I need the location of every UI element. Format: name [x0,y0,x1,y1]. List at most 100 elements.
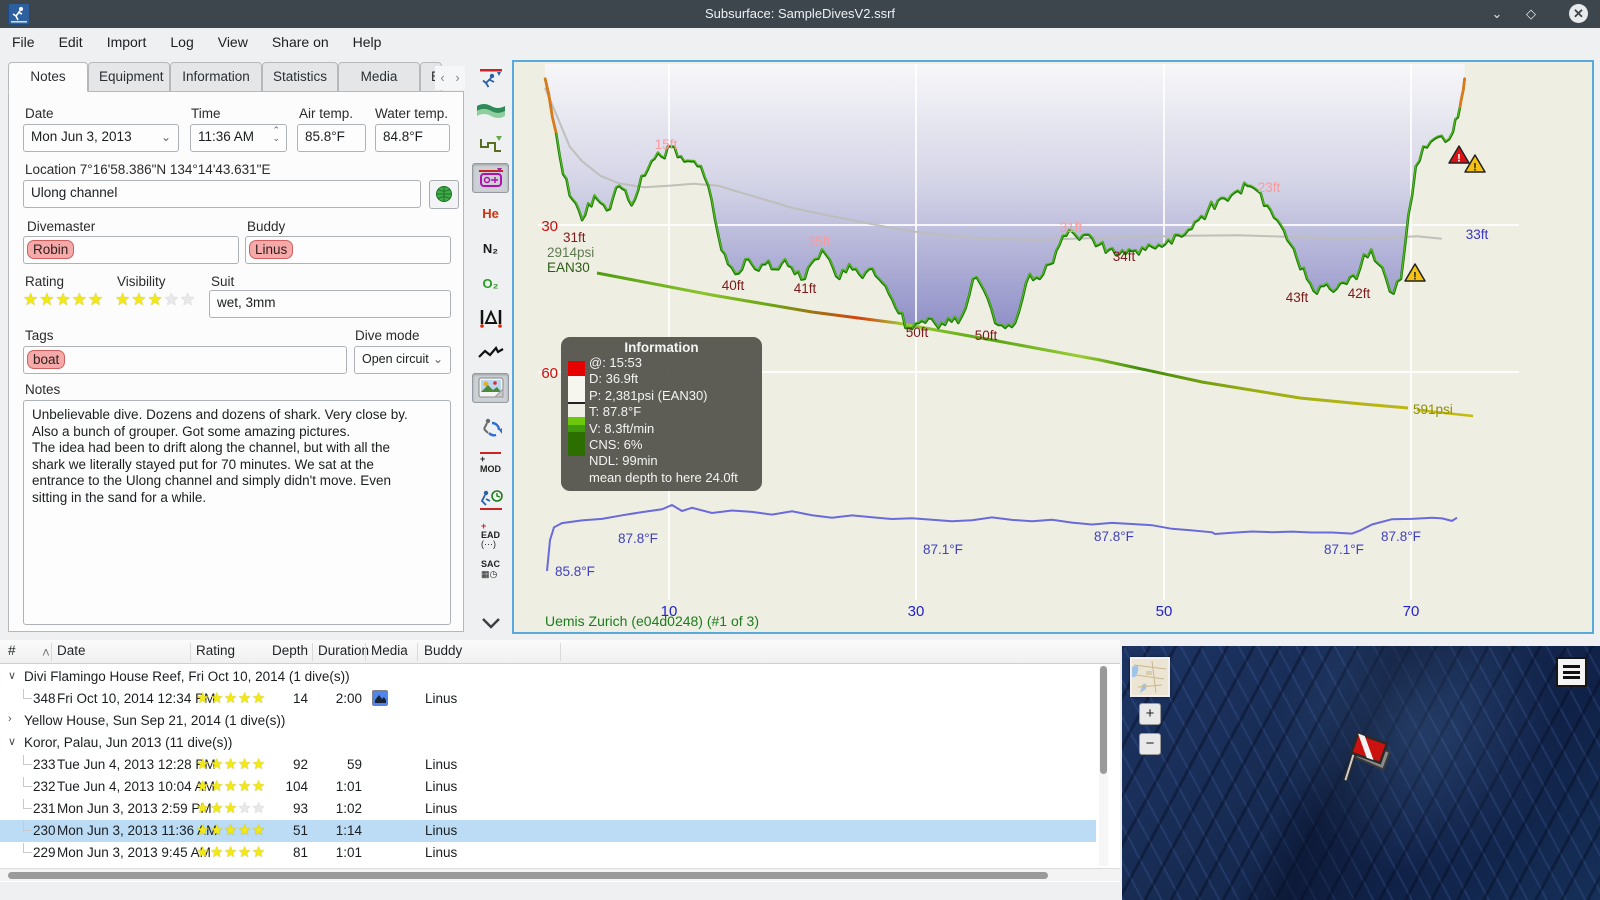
map-zoom-out-button[interactable]: − [1139,733,1161,755]
star-icon: ★ [209,756,224,773]
tab-equipment[interactable]: Equipment [88,62,170,92]
tab-scroll-right[interactable]: › [450,66,465,90]
dive-row[interactable]: 233 Tue Jun 4, 2013 12:28 PM ★★★★★ 92 59 Linu… [0,754,1096,776]
vscroll-handle[interactable] [1100,666,1107,774]
menu-edit[interactable]: Edit [47,28,95,56]
map-zoom-in-button[interactable]: + [1139,703,1161,725]
tab-statistics[interactable]: Statistics [262,62,338,92]
tags-field[interactable]: boat [23,346,347,374]
dive-row[interactable]: 231 Mon Jun 3, 2013 2:59 PM ★★★★★ 93 1:02 Lin… [0,798,1096,820]
map-type-thumbnail[interactable] [1130,657,1170,697]
buddy-field[interactable]: Linus [245,236,451,264]
profile-label: 33ft [1466,227,1489,242]
info-box-row: CNS: 6% [589,437,643,453]
toolbar-tank-bar-button[interactable] [472,303,509,333]
trip-row[interactable]: ∨ Koror, Palau, Jun 2013 (11 dive(s)) [0,732,1096,754]
toolbar-collapse-button[interactable] [472,608,509,638]
dive-flag-marker[interactable] [1327,721,1407,791]
menu-view[interactable]: View [206,28,260,56]
minimize-button[interactable]: ⌄ [1486,4,1508,24]
tab-notes[interactable]: Notes [8,62,88,92]
toolbar-calculated-ceiling-button[interactable] [472,64,509,94]
spinbox-arrows-icon[interactable]: ⌃ ⌄ [272,126,280,143]
star-icon: ★ [196,844,210,861]
close-button[interactable]: ✕ [1569,4,1588,23]
toolbar-pHe-graph-button[interactable]: He [472,198,509,228]
dive-list-header[interactable]: # Date Rating Depth Duration Media Buddy ˄ [0,640,1120,664]
toolbar-sac-rate-button[interactable]: SAC ▦◷ [472,554,509,584]
svg-text:30: 30 [541,218,558,235]
dive-row[interactable]: 232 Tue Jun 4, 2013 10:04 AM ★★★★★ 104 1:01 L… [0,776,1096,798]
collapse-arrow-icon[interactable]: ∨ [8,735,16,748]
rating-stars[interactable]: ★★★★★ [23,290,104,310]
expand-arrow-icon[interactable]: › [8,713,12,725]
trip-row[interactable]: ∨ Divi Flamingo House Reef, Fri Oct 10, 2… [0,666,1096,688]
menu-file[interactable]: File [0,28,47,56]
toolbar-ead-toggle-button[interactable]: + EAD (···) [472,520,509,550]
menu-help[interactable]: Help [341,28,394,56]
dive-duration: 1:14 [335,823,362,838]
toolbar-heart-rate-button[interactable] [472,338,509,368]
toolbar-mod-toggle-button[interactable]: + MOD [472,448,509,478]
toolbar-dc-reported-ceiling-button[interactable] [472,130,509,160]
column-header-depth[interactable]: Depth [272,643,308,658]
svg-text:60: 60 [541,365,558,382]
divemode-select[interactable]: Open circuit ⌄ [354,346,451,374]
toolbar-shaded-ceiling-button[interactable] [472,96,509,126]
trip-label: Yellow House, Sun Sep 21, 2014 (1 dive(s… [24,713,286,728]
divemaster-field[interactable]: Robin [23,236,239,264]
media-thumbnail-icon[interactable] [372,690,388,706]
toolbar-pO2-graph-button[interactable]: O₂ [472,268,509,298]
star-icon: ★ [251,778,266,795]
map-widget[interactable]: + − [1122,646,1600,900]
map-menu-button[interactable] [1556,657,1587,687]
column-header-buddy[interactable]: Buddy [424,643,462,658]
profile-label: 87.1°F [1324,542,1364,557]
profile-label: 50ft [975,328,998,343]
dive-computer-label: Uemis Zurich (e04d0248) (#1 of 3) [545,613,759,629]
star-icon: ★ [55,290,72,309]
column-header-duration[interactable]: Duration [318,643,369,658]
vertical-scrollbar[interactable] [1099,666,1108,866]
suit-field[interactable]: wet, 3mm [209,290,451,318]
notes-textarea[interactable]: Unbelievable dive. Dozens and dozens of … [23,400,451,625]
star-icon: ★ [23,290,40,309]
collapse-arrow-icon[interactable]: ∨ [8,669,16,682]
tab-information[interactable]: Information [170,62,262,92]
visibility-stars[interactable]: ★★★★★ [115,290,196,310]
dive-duration: 1:01 [335,779,362,794]
profile-toolbar: He N₂ O₂ + MOD + EAD (···) SAC ▦◷ [470,62,512,632]
column-header-num[interactable]: # [8,643,16,658]
profile-label: 87.8°F [1094,529,1134,544]
location-field[interactable]: Ulong channel [23,180,421,208]
column-header-rating[interactable]: Rating [196,643,235,658]
toolbar-setpoint-graph-button[interactable] [472,163,509,193]
globe-button[interactable] [429,180,459,209]
toolbar-dive-mode-switch-button[interactable] [472,412,509,442]
toolbar-pN2-graph-button[interactable]: N₂ [472,233,509,263]
time-field[interactable]: 11:36 AM ⌃ ⌄ [190,124,287,152]
menu-share-on[interactable]: Share on [260,28,341,56]
globe-icon [436,186,452,202]
hscroll-handle[interactable] [8,872,1048,879]
sort-indicator-icon: ˄ [42,645,50,660]
maximize-button[interactable]: ◇ [1520,4,1542,24]
horizontal-scrollbar[interactable] [0,868,1120,881]
dive-buddy: Linus [425,691,458,706]
tab-scroll-left[interactable]: ‹ [435,66,450,90]
menu-import[interactable]: Import [95,28,159,56]
toolbar-photos-button[interactable] [472,373,509,403]
tab-media[interactable]: Media [338,62,420,92]
dive-row[interactable]: 348 Fri Oct 10, 2014 12:34 PM ★★★★★ 14 2:00 L… [0,688,1096,710]
watertemp-field[interactable]: 84.8°F [375,124,450,152]
date-field[interactable]: Mon Jun 3, 2013 ⌄ [23,124,179,152]
profile-label: 2914psi [547,245,594,260]
dive-row[interactable]: 230 Mon Jun 3, 2013 11:36 AM ★★★★★ 51 1:14 Li… [0,820,1096,842]
dive-row[interactable]: 229 Mon Jun 3, 2013 9:45 AM ★★★★★ 81 1:01 Lin… [0,842,1096,864]
menu-log[interactable]: Log [158,28,205,56]
airtemp-field[interactable]: 85.8°F [297,124,366,152]
column-header-media[interactable]: Media [371,643,408,658]
column-header-date[interactable]: Date [57,643,86,658]
toolbar-deco-time-button[interactable] [472,484,509,514]
trip-row[interactable]: › Yellow House, Sun Sep 21, 2014 (1 dive(… [0,710,1096,732]
